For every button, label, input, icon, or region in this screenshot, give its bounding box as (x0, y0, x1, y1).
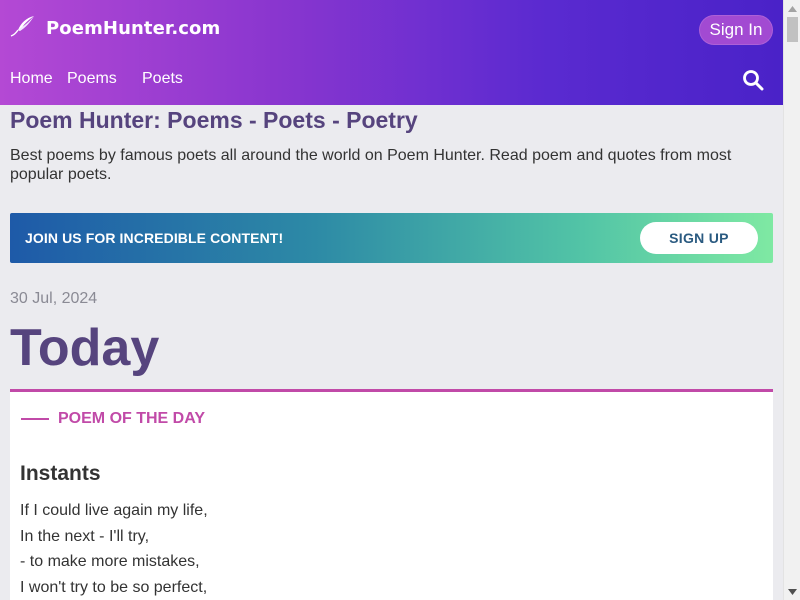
poem-line: In the next - I'll try, (20, 527, 150, 545)
poem-line: If I could live again my life, (20, 502, 208, 519)
vertical-scrollbar[interactable] (783, 0, 800, 600)
today-date: 30 Jul, 2024 (10, 290, 98, 307)
poem-title[interactable]: Instants (20, 462, 101, 486)
page-description: Best poems by famous poets all around th… (10, 147, 732, 183)
scroll-up-arrow-icon[interactable] (784, 0, 800, 17)
search-icon[interactable] (741, 68, 765, 92)
poem-of-the-day-label: POEM OF THE DAY (58, 410, 205, 427)
nav-poets[interactable]: Poets (142, 70, 183, 88)
sign-up-button[interactable]: SIGN UP (640, 222, 758, 254)
join-banner-text: JOIN US FOR INCREDIBLE CONTENT! (25, 230, 284, 246)
logo-text: PoemHunter.com (46, 17, 221, 39)
site-header: PoemHunter.com Sign In Home Poems Poets (0, 0, 783, 105)
poem-of-the-day-card: POEM OF THE DAY Instants If I could live… (10, 389, 773, 600)
poem-body: If I could live again my life, In the ne… (20, 498, 208, 600)
today-heading: Today (10, 319, 160, 377)
nav-home[interactable]: Home (10, 70, 53, 88)
section-divider-line (21, 418, 49, 420)
quill-icon (10, 14, 38, 43)
poem-line: - to make more mistakes, (20, 553, 200, 570)
join-banner: JOIN US FOR INCREDIBLE CONTENT! SIGN UP (10, 213, 773, 263)
poem-line: I won't try to be so perfect, (20, 578, 208, 596)
sign-in-button[interactable]: Sign In (699, 15, 773, 45)
site-logo[interactable]: PoemHunter.com (10, 15, 220, 41)
scroll-down-arrow-icon[interactable] (784, 583, 800, 600)
nav-poems[interactable]: Poems (67, 70, 117, 88)
page-title: Poem Hunter: Poems - Poets - Poetry (10, 107, 418, 133)
scrollbar-thumb[interactable] (787, 17, 798, 42)
